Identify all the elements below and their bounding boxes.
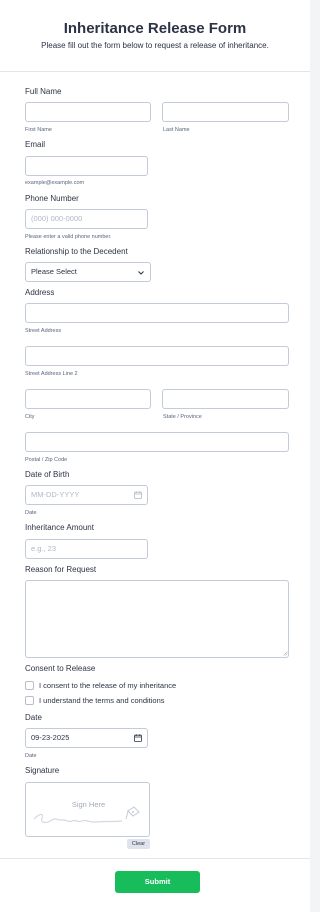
submit-button[interactable]: Submit: [115, 871, 200, 893]
address-label: Address: [25, 288, 55, 297]
chevron-down-icon: [138, 271, 144, 275]
phone-placeholder: (000) 000-0000: [31, 214, 83, 223]
last-name-sublabel: Last Name: [163, 127, 190, 133]
reason-label: Reason for Request: [25, 565, 97, 574]
dob-sublabel: Date: [25, 510, 37, 516]
form-title: Inheritance Release Form: [63, 20, 247, 37]
email-input[interactable]: [25, 156, 148, 176]
relationship-select[interactable]: Please Select: [25, 262, 151, 282]
signature-label: Signature: [25, 766, 60, 775]
street-address-2-sublabel: Street Address Line 2: [25, 371, 78, 377]
phone-sublabel: Please enter a valid phone number.: [25, 234, 112, 240]
relationship-label: Relationship to the Decedent: [25, 247, 128, 256]
signature-pad[interactable]: Sign Here: [25, 782, 150, 837]
postal-code-input[interactable]: [25, 432, 289, 452]
street-address-2-input[interactable]: [25, 346, 289, 366]
consent-option-2[interactable]: I understand the terms and conditions: [39, 696, 165, 705]
calendar-icon: [134, 491, 142, 499]
city-input[interactable]: [25, 389, 151, 409]
reason-textarea[interactable]: [25, 580, 289, 658]
last-name-input[interactable]: [162, 102, 289, 122]
relationship-selected: Please Select: [31, 267, 77, 276]
resize-handle-icon[interactable]: [283, 651, 288, 656]
consent-option-1[interactable]: I consent to the release of my inheritan…: [39, 681, 176, 690]
state-sublabel: State / Province: [163, 414, 202, 420]
date-input[interactable]: 09-23-2025: [25, 728, 148, 748]
state-input[interactable]: [162, 389, 289, 409]
clear-signature-button[interactable]: Clear: [127, 839, 150, 849]
form-card: Full Name First Name Last Name Email exa…: [0, 72, 310, 858]
date-label: Date: [25, 713, 42, 722]
first-name-sublabel: First Name: [25, 127, 52, 133]
form-header: Inheritance Release Form Please fill out…: [0, 0, 310, 72]
city-sublabel: City: [25, 414, 35, 420]
form-subtitle: Please fill out the form below to reques…: [41, 41, 269, 50]
date-value: 09-23-2025: [31, 733, 70, 742]
amount-input[interactable]: e.g., 23: [25, 539, 148, 559]
phone-input[interactable]: (000) 000-0000: [25, 209, 148, 229]
dob-placeholder: MM-DD-YYYY: [31, 490, 80, 499]
calendar-icon[interactable]: [134, 734, 142, 742]
consent-checkbox-1[interactable]: [25, 681, 34, 690]
first-name-input[interactable]: [25, 102, 151, 122]
consent-label: Consent to Release: [25, 664, 96, 673]
email-label: Email: [25, 140, 46, 149]
amount-placeholder: e.g., 23: [31, 544, 57, 553]
amount-label: Inheritance Amount: [25, 523, 94, 532]
street-address-input[interactable]: [25, 303, 289, 323]
dob-label: Date of Birth: [25, 470, 70, 479]
consent-checkbox-2[interactable]: [25, 696, 34, 705]
phone-label: Phone Number: [25, 194, 79, 203]
date-sublabel: Date: [25, 753, 37, 759]
form-footer: Submit: [0, 858, 310, 912]
full-name-label: Full Name: [25, 87, 62, 96]
street-address-sublabel: Street Address: [25, 328, 62, 334]
postal-code-sublabel: Postal / Zip Code: [25, 457, 68, 463]
dob-input[interactable]: MM-DD-YYYY: [25, 485, 148, 505]
signature-scribble-icon: [33, 806, 140, 824]
email-sublabel: example@example.com: [25, 180, 85, 186]
